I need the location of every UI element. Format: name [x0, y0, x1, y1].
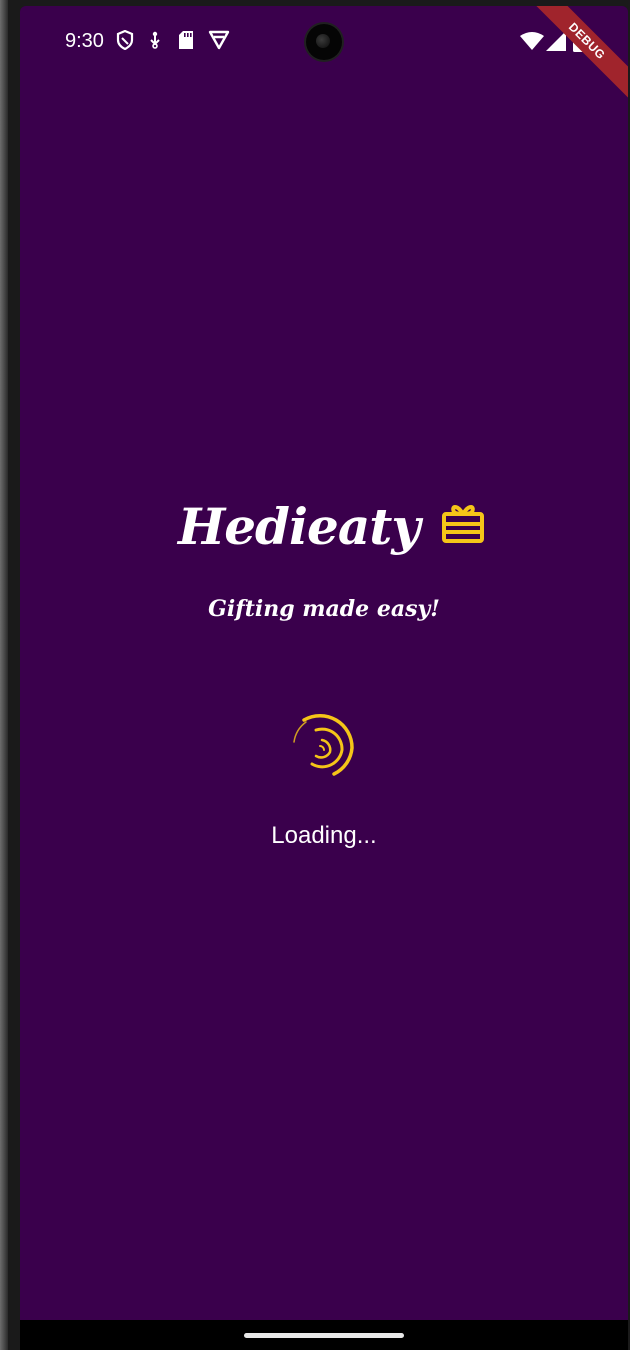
- vpn-icon: [208, 30, 230, 55]
- sd-card-icon: [178, 30, 194, 55]
- tagline: Gifting made easy!: [208, 596, 440, 622]
- front-camera: [306, 24, 342, 60]
- status-time: 9:30: [65, 30, 104, 52]
- shield-icon: [116, 29, 134, 55]
- device-frame: 9:30 DEBUG Hedieaty Gifting made easy! L…: [0, 0, 630, 1350]
- loading-label: Loading...: [271, 822, 377, 849]
- gift-box-icon: [440, 500, 486, 549]
- cell-signal-icon: [546, 31, 566, 56]
- app-screen: 9:30 DEBUG Hedieaty Gifting made easy! L…: [20, 6, 628, 1320]
- camera-lens: [316, 34, 330, 48]
- home-gesture-handle[interactable]: [244, 1333, 404, 1338]
- status-bar: 9:30 DEBUG: [20, 6, 628, 102]
- wifi-icon: [520, 32, 544, 55]
- loading-spinner-icon: [282, 706, 362, 786]
- app-title: Hedieaty: [178, 497, 420, 556]
- navigation-bar: [20, 1320, 628, 1350]
- device-edge: [0, 0, 8, 1350]
- usb-debug-icon: [148, 30, 162, 55]
- app-logo: Hedieaty: [170, 492, 484, 572]
